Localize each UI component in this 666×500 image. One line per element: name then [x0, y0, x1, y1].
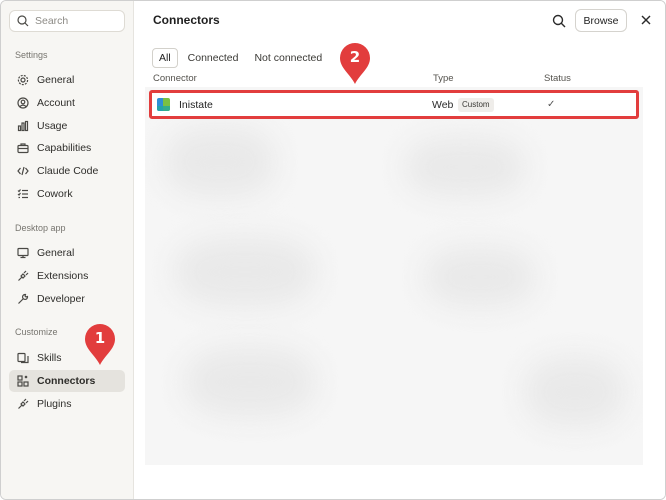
callout-number: 1 [94, 329, 106, 347]
main-panel: Connectors Browse All Connected Not conn… [134, 1, 665, 499]
page-title: Connectors [153, 13, 220, 27]
sidebar-item-connectors[interactable]: Connectors [9, 370, 125, 392]
search-input[interactable] [35, 15, 123, 27]
sidebar-item-label: Account [37, 97, 75, 109]
sidebar-item-label: General [37, 74, 75, 86]
sidebar-item-label: Capabilities [37, 142, 92, 154]
user-circle-icon [16, 97, 29, 110]
search-icon [17, 15, 29, 27]
settings-window: Settings General Account Usage Capabilit… [0, 0, 666, 500]
blurred-region [525, 357, 625, 427]
close-icon [641, 15, 651, 25]
callout-marker-2: 2 [338, 42, 372, 86]
browse-button[interactable]: Browse [575, 9, 627, 32]
search-box[interactable] [9, 10, 125, 32]
sidebar-item-developer[interactable]: Developer [9, 288, 125, 310]
bar-chart-icon [16, 120, 29, 133]
callout-marker-1: 1 [83, 323, 117, 367]
column-header-status: Status [544, 73, 571, 84]
code-icon [16, 165, 29, 178]
sidebar-item-label: Plugins [37, 398, 72, 410]
callout-number: 2 [349, 48, 361, 66]
column-header-type: Type [433, 73, 454, 84]
blurred-region [425, 247, 535, 307]
monitor-icon [16, 247, 29, 260]
status-check-icon: ✓ [547, 99, 556, 110]
search-icon [552, 14, 566, 28]
connector-table: Inistate Web Custom ✓ [145, 87, 643, 465]
gear-icon [16, 74, 29, 87]
checklist-icon [16, 188, 29, 201]
sidebar-item-extensions[interactable]: Extensions [9, 265, 125, 287]
section-label-settings: Settings [15, 50, 48, 60]
sidebar-item-capabilities[interactable]: Capabilities [9, 137, 125, 159]
section-label-desktop-app: Desktop app [15, 223, 66, 233]
briefcase-icon [16, 142, 29, 155]
tab-all[interactable]: All [152, 48, 178, 68]
sidebar-item-label: Developer [37, 293, 85, 305]
table-row[interactable]: Inistate Web Custom ✓ [149, 90, 639, 119]
column-header-connector: Connector [153, 73, 197, 84]
close-button[interactable] [637, 11, 655, 29]
blurred-region [405, 137, 525, 197]
section-label-customize: Customize [15, 327, 58, 337]
sidebar-item-claude-code[interactable]: Claude Code [9, 160, 125, 182]
custom-badge: Custom [458, 98, 494, 112]
plug-icon [16, 270, 29, 283]
sidebar-item-desktop-general[interactable]: General [9, 242, 125, 264]
sidebar: Settings General Account Usage Capabilit… [1, 1, 134, 499]
sidebar-item-label: Skills [37, 352, 62, 364]
sidebar-item-usage[interactable]: Usage [9, 115, 125, 137]
sidebar-item-account[interactable]: Account [9, 92, 125, 114]
skills-icon [16, 352, 29, 365]
wrench-icon [16, 293, 29, 306]
sidebar-item-label: Connectors [37, 375, 96, 387]
sidebar-item-label: Usage [37, 120, 68, 132]
sidebar-item-label: Cowork [37, 188, 73, 200]
blurred-region [165, 127, 275, 197]
plug-icon [16, 398, 29, 411]
sidebar-item-label: Extensions [37, 270, 89, 282]
sidebar-item-general[interactable]: General [9, 69, 125, 91]
blurred-region [175, 237, 315, 307]
header-search-button[interactable] [549, 11, 569, 31]
connectors-icon [16, 375, 29, 388]
tab-connected[interactable]: Connected [182, 48, 245, 68]
sidebar-item-plugins[interactable]: Plugins [9, 393, 125, 415]
sidebar-item-cowork[interactable]: Cowork [9, 183, 125, 205]
connector-name: Inistate [179, 99, 213, 111]
sidebar-item-label: General [37, 247, 75, 259]
inistate-logo-icon [157, 98, 170, 111]
connector-type: Web [432, 99, 454, 111]
sidebar-item-label: Claude Code [37, 165, 99, 177]
blurred-region [185, 347, 315, 417]
filter-tabs: All Connected Not connected [152, 48, 328, 68]
tab-not-connected[interactable]: Not connected [248, 48, 328, 68]
